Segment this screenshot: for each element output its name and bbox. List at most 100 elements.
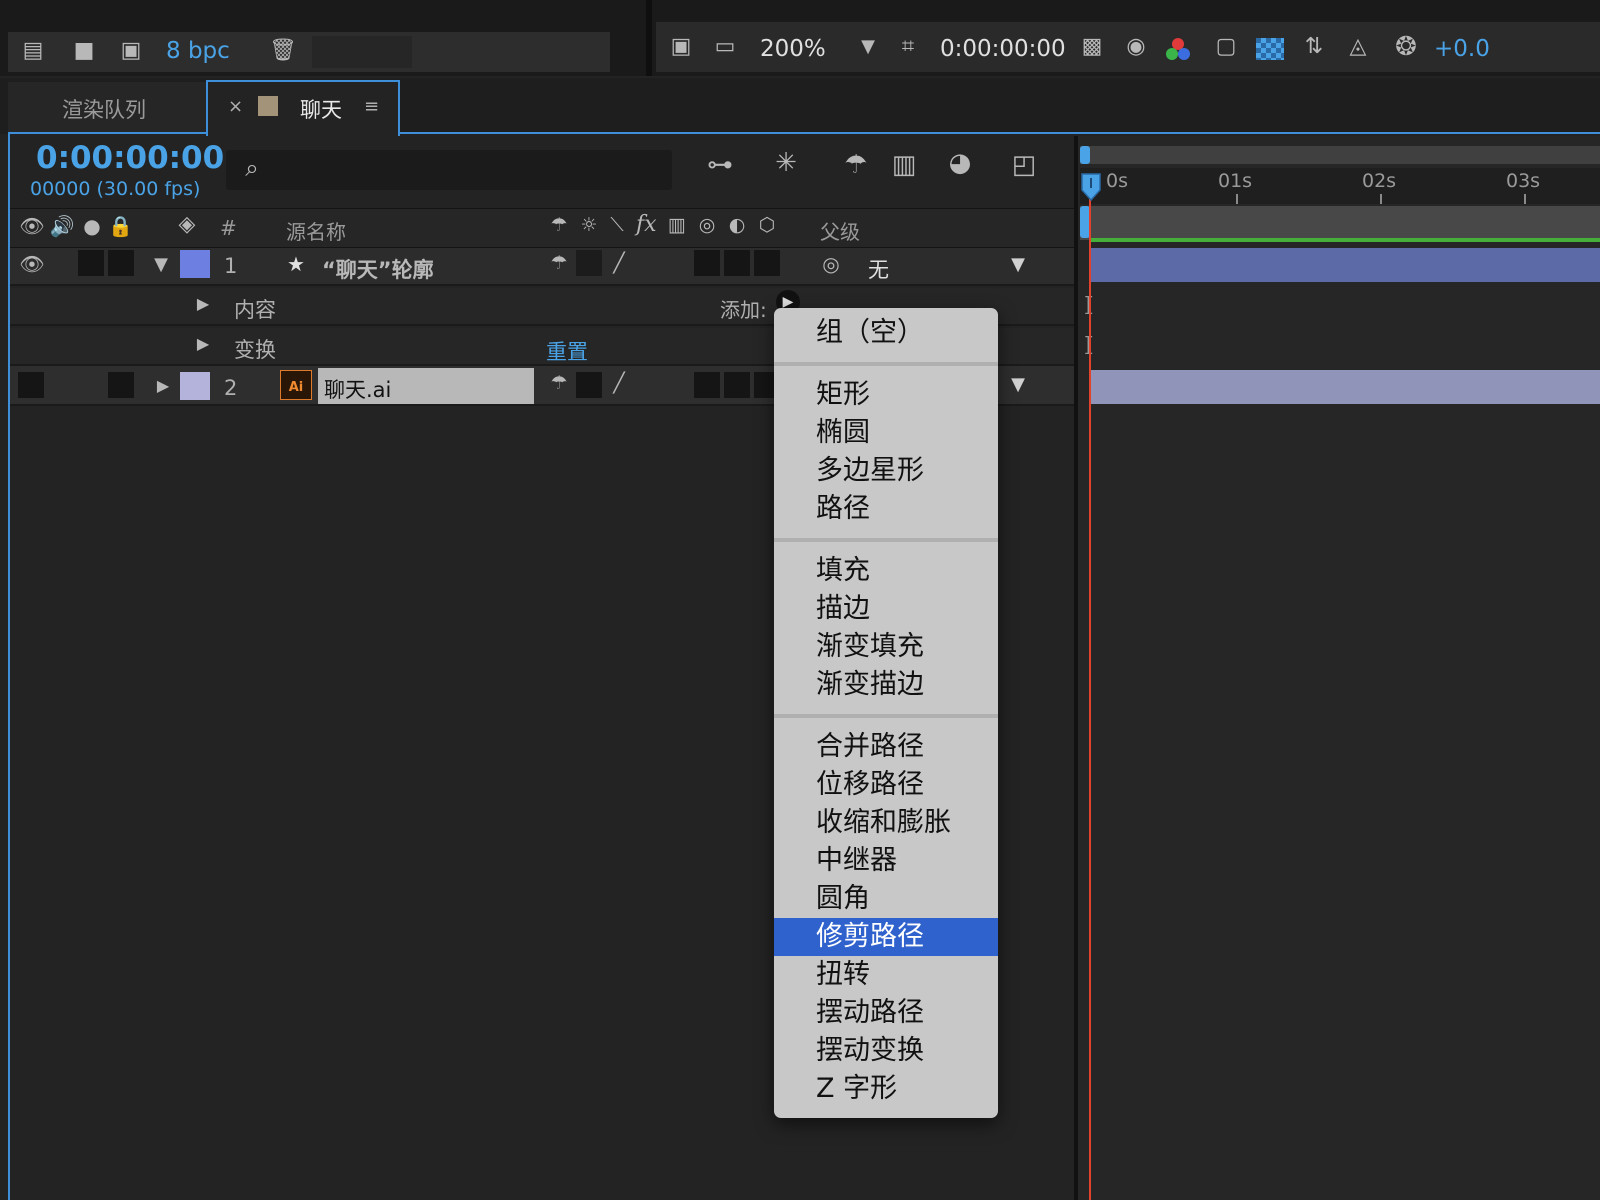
navigator-start-handle[interactable] [1080, 146, 1090, 164]
layer-1-duration-bar[interactable] [1090, 248, 1600, 282]
layer-2-adjustment-switch[interactable] [724, 372, 750, 398]
current-timecode[interactable]: 0:00:00:00 [36, 140, 224, 176]
exposure-value[interactable]: +0.0 [1434, 36, 1490, 62]
menu-item-path[interactable]: 路径 [774, 490, 998, 528]
frame-blending-icon[interactable]: ▥ [886, 152, 922, 178]
solo-icon[interactable]: ● [80, 216, 104, 236]
resolution-icon[interactable]: ▢ [1210, 36, 1242, 58]
menu-item-wiggle-paths[interactable]: 摆动路径 [774, 994, 998, 1032]
audio-icon[interactable]: 🔊 [48, 216, 76, 236]
zoom-dropdown-icon[interactable]: ▼ [856, 38, 880, 56]
graph-editor-icon[interactable]: ◰ [1004, 152, 1044, 178]
menu-item-group-empty[interactable]: 组（空） [774, 314, 998, 352]
layer-2-lock-toggle[interactable] [108, 372, 134, 398]
layer-1-name[interactable]: “聊天”轮廓 [322, 254, 434, 284]
3d-view-icon[interactable]: ◬ [1342, 36, 1374, 58]
menu-item-merge-paths[interactable]: 合并路径 [774, 728, 998, 766]
menu-item-polystar[interactable]: 多边星形 [774, 452, 998, 490]
snapshot-camera-icon[interactable]: ▩ [1076, 36, 1108, 58]
layer-1-label-color[interactable] [180, 250, 210, 278]
menu-item-stroke[interactable]: 描边 [774, 590, 998, 628]
layer-2-expand-triangle-icon[interactable]: ▶ [152, 378, 174, 394]
menu-item-repeater[interactable]: 中继器 [774, 842, 998, 880]
layer-1-lock-toggle[interactable] [108, 250, 134, 276]
zoom-value[interactable]: 200% [760, 36, 826, 62]
layer-2-name[interactable]: 聊天.ai [324, 374, 391, 404]
column-source-name[interactable]: 源名称 [286, 216, 346, 245]
trash-icon[interactable]: 🗑 [268, 40, 298, 62]
ruler-tick-mark [1236, 194, 1238, 204]
eye-icon[interactable]: 👁 [18, 216, 46, 236]
menu-item-gradient-fill[interactable]: 渐变填充 [774, 628, 998, 666]
transparency-grid-icon[interactable] [1256, 38, 1284, 60]
3d-layer-icon: ⬡ [758, 214, 776, 236]
timeline-graph[interactable] [1078, 136, 1600, 1200]
layer-1-collapse-switch[interactable] [576, 250, 602, 276]
layer-1-3d-switch[interactable] [754, 250, 780, 276]
layer-2-label-color[interactable] [180, 372, 210, 400]
layer-1-motion-blur-switch[interactable] [694, 250, 720, 276]
menu-item-pucker-bloat[interactable]: 收缩和膨胀 [774, 804, 998, 842]
parent-pickwhip-icon[interactable]: ◎ [818, 254, 844, 274]
layer-search-input[interactable] [226, 150, 672, 190]
bpc-button[interactable]: 8 bpc [166, 38, 230, 64]
layer-1-quality-icon[interactable]: ╱ [606, 254, 632, 273]
menu-item-offset-paths[interactable]: 位移路径 [774, 766, 998, 804]
transform-expand-triangle-icon[interactable]: ▶ [192, 336, 214, 352]
work-area-bar[interactable] [1080, 206, 1600, 240]
parent-dropdown-icon[interactable]: ▼ [1006, 256, 1030, 274]
new-folder-icon[interactable]: ■ [68, 40, 100, 62]
menu-item-rectangle[interactable]: 矩形 [774, 376, 998, 414]
menu-item-gradient-stroke[interactable]: 渐变描边 [774, 666, 998, 704]
tab-render-queue[interactable]: 渲染队列 [8, 82, 206, 132]
panel-menu-icon[interactable]: ≡ [364, 96, 379, 117]
menu-item-round-corners[interactable]: 圆角 [774, 880, 998, 918]
tab-composition-chat[interactable]: × 聊天 ≡ [206, 80, 400, 136]
menu-item-fill[interactable]: 填充 [774, 552, 998, 590]
playhead-handle-icon[interactable] [1080, 172, 1102, 202]
layer-1-collapse-triangle-icon[interactable]: ▼ [150, 256, 172, 274]
menu-item-ellipse[interactable]: 椭圆 [774, 414, 998, 452]
layer-1-solo-toggle[interactable] [78, 250, 104, 276]
region-of-interest-icon[interactable]: ⌗ [892, 36, 924, 58]
layer-2-duration-bar[interactable] [1090, 370, 1600, 404]
column-header [10, 208, 1078, 248]
contents-label: 内容 [234, 298, 276, 322]
contents-expand-triangle-icon[interactable]: ▶ [192, 296, 214, 312]
timeline-divider[interactable] [1074, 136, 1078, 1200]
layer-2-shy-icon[interactable]: ☂ [546, 374, 572, 393]
lock-icon[interactable]: 🔒 [108, 216, 133, 236]
layer-1-adjustment-switch[interactable] [724, 250, 750, 276]
monitor-icon[interactable]: ▭ [708, 36, 742, 58]
menu-item-wiggle-transform[interactable]: 摆动变换 [774, 1032, 998, 1070]
menu-item-twist[interactable]: 扭转 [774, 956, 998, 994]
layer-2-parent-dropdown-icon[interactable]: ▼ [1006, 376, 1030, 394]
new-composition-icon[interactable]: ▣ [114, 40, 148, 62]
show-snapshot-icon[interactable]: ◉ [1118, 36, 1154, 58]
layer-2-visibility-toggle[interactable] [18, 372, 44, 398]
interpret-footage-icon[interactable]: ▤ [16, 40, 50, 62]
menu-item-trim-paths[interactable]: 修剪路径 [774, 918, 998, 956]
menu-item-zig-zag[interactable]: Z 字形 [774, 1070, 998, 1108]
shy-layers-icon[interactable]: ☂ [836, 152, 876, 178]
tab-label: 渲染队列 [62, 98, 146, 122]
draft-3d-icon[interactable]: ✳ [766, 150, 806, 176]
time-navigator[interactable] [1080, 146, 1600, 164]
label-tag-icon[interactable]: ◈ [172, 214, 202, 236]
layer-1-shy-icon[interactable]: ☂ [546, 254, 572, 273]
exposure-icon[interactable]: ❂ [1390, 34, 1422, 60]
color-channels-icon[interactable] [1164, 38, 1194, 64]
viewer-timecode[interactable]: 0:00:00:00 [940, 36, 1066, 62]
always-preview-icon[interactable]: ▣ [664, 36, 698, 58]
layer-1-parent-value[interactable]: 无 [868, 254, 889, 284]
composition-mini-flowchart-icon[interactable]: ⊶ [700, 152, 740, 178]
mask-visibility-icon[interactable]: ⇅ [1298, 36, 1330, 58]
layer-2-motion-blur-switch[interactable] [694, 372, 720, 398]
layer-2-quality-icon[interactable]: ╱ [606, 374, 632, 393]
layer-1-visibility-eye-icon[interactable]: 👁 [18, 254, 46, 274]
layer-2-collapse-switch[interactable] [576, 372, 602, 398]
close-icon[interactable]: × [228, 96, 243, 117]
motion-blur-icon[interactable]: ◕ [940, 150, 980, 176]
playhead-line[interactable] [1089, 180, 1091, 1200]
reset-link[interactable]: 重置 [546, 336, 588, 366]
